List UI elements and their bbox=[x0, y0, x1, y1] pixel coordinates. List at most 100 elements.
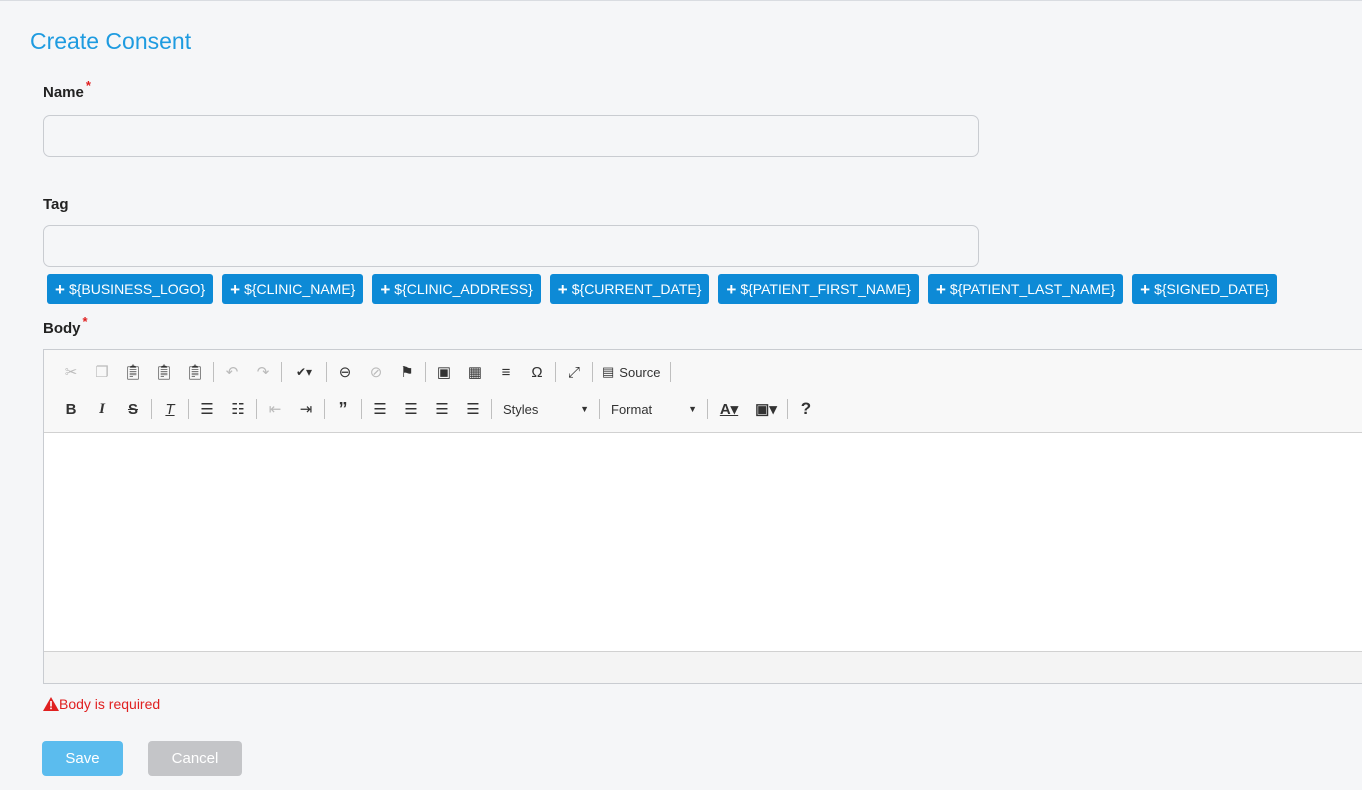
chip-patient-last-name[interactable]: + ${PATIENT_LAST_NAME} bbox=[927, 274, 1124, 304]
bold-icon[interactable]: B bbox=[58, 396, 84, 422]
horizontal-line-icon[interactable]: ≡ bbox=[493, 359, 519, 385]
page-title: Create Consent bbox=[30, 28, 192, 54]
bulleted-list-icon[interactable]: ☷ bbox=[225, 396, 251, 422]
plus-icon: + bbox=[55, 279, 65, 299]
body-label: Body * bbox=[43, 314, 88, 337]
body-label-text: Body bbox=[43, 320, 81, 337]
paste-icon[interactable]: 📋︎ bbox=[120, 359, 146, 385]
toolbar-separator bbox=[361, 399, 362, 419]
cancel-button[interactable]: Cancel bbox=[148, 741, 242, 776]
source-button[interactable]: ▤ Source bbox=[598, 359, 665, 385]
chip-signed-date[interactable]: + ${SIGNED_DATE} bbox=[1132, 274, 1277, 304]
chip-label: ${SIGNED_DATE} bbox=[1154, 281, 1269, 297]
paste-word-icon[interactable]: 📋︎ bbox=[182, 359, 208, 385]
chip-current-date[interactable]: + ${CURRENT_DATE} bbox=[549, 274, 710, 304]
chip-clinic-address[interactable]: + ${CLINIC_ADDRESS} bbox=[372, 274, 541, 304]
align-right-icon[interactable]: ☰ bbox=[429, 396, 455, 422]
toolbar-separator bbox=[592, 362, 593, 382]
italic-icon[interactable]: I bbox=[89, 396, 115, 422]
name-label-text: Name bbox=[43, 84, 84, 101]
text-color-icon[interactable]: A▾ bbox=[713, 396, 745, 422]
chip-patient-first-name[interactable]: + ${PATIENT_FIRST_NAME} bbox=[718, 274, 919, 304]
chip-business-logo[interactable]: + ${BUSINESS_LOGO} bbox=[47, 274, 214, 304]
cut-icon[interactable]: ✂ bbox=[58, 359, 84, 385]
editor-toolbar: ✂ ❐ 📋︎ 📋︎ 📋︎ ↶ ↷ ✔▾ ⊖ ⊘ ⚑ ▣ ▦ ≡ Ω ⤢ ▤ Sou… bbox=[44, 350, 1362, 433]
numbered-list-icon[interactable]: ☰ bbox=[194, 396, 220, 422]
name-label: Name * bbox=[43, 78, 91, 101]
plus-icon: + bbox=[726, 279, 737, 299]
name-input[interactable] bbox=[43, 115, 979, 157]
align-center-icon[interactable]: ☰ bbox=[398, 396, 424, 422]
caret-down-icon: ▼ bbox=[688, 404, 697, 414]
anchor-flag-icon[interactable]: ⚑ bbox=[394, 359, 420, 385]
toolbar-separator bbox=[151, 399, 152, 419]
maximize-icon[interactable]: ⤢ bbox=[561, 359, 587, 385]
plus-icon: + bbox=[230, 279, 241, 299]
styles-label: Styles bbox=[503, 401, 539, 417]
chip-label: ${PATIENT_FIRST_NAME} bbox=[740, 281, 911, 297]
redo-icon[interactable]: ↷ bbox=[250, 359, 276, 385]
align-justify-icon[interactable]: ☰ bbox=[460, 396, 486, 422]
paste-text-icon[interactable]: 📋︎ bbox=[151, 359, 177, 385]
format-label: Format bbox=[611, 401, 653, 417]
outdent-icon[interactable]: ⇤ bbox=[262, 396, 288, 422]
toolbar-row-2: B I S T ☰ ☷ ⇤ ⇥ ” ☰ ☰ ☰ ☰ Styles ▼ Format… bbox=[58, 396, 824, 422]
chip-label: ${BUSINESS_LOGO} bbox=[68, 281, 206, 297]
toolbar-separator bbox=[324, 399, 325, 419]
image-icon[interactable]: ▣ bbox=[431, 359, 457, 385]
editor-status-bar bbox=[44, 651, 1362, 683]
source-icon: ▤ bbox=[602, 364, 615, 379]
editor-content-area[interactable] bbox=[44, 433, 1362, 653]
source-label: Source bbox=[619, 364, 661, 380]
align-left-icon[interactable]: ☰ bbox=[367, 396, 393, 422]
toolbar-separator bbox=[707, 399, 708, 419]
chip-label: ${CURRENT_DATE} bbox=[571, 281, 702, 297]
spellcheck-icon[interactable]: ✔▾ bbox=[287, 359, 321, 385]
strikethrough-icon[interactable]: S bbox=[120, 396, 146, 422]
toolbar-separator bbox=[491, 399, 492, 419]
special-char-omega-icon[interactable]: Ω bbox=[524, 359, 550, 385]
tag-label: Tag bbox=[43, 196, 69, 213]
help-icon[interactable]: ? bbox=[793, 396, 819, 422]
toolbar-separator bbox=[787, 399, 788, 419]
link-icon[interactable]: ⊖ bbox=[332, 359, 358, 385]
top-border bbox=[0, 0, 1362, 1]
toolbar-separator bbox=[281, 362, 282, 382]
plus-icon: + bbox=[1140, 279, 1151, 299]
tag-input[interactable] bbox=[43, 225, 979, 267]
plus-icon: + bbox=[380, 279, 391, 299]
warning-icon bbox=[43, 697, 59, 711]
indent-icon[interactable]: ⇥ bbox=[293, 396, 319, 422]
save-button[interactable]: Save bbox=[42, 741, 123, 776]
background-color-icon[interactable]: ▣▾ bbox=[750, 396, 782, 422]
remove-format-icon[interactable]: T bbox=[157, 396, 183, 422]
table-icon[interactable]: ▦ bbox=[462, 359, 488, 385]
required-mark: * bbox=[85, 78, 91, 93]
format-dropdown[interactable]: Format ▼ bbox=[605, 397, 703, 421]
body-error-message: Body is required bbox=[43, 696, 160, 712]
chip-clinic-name[interactable]: + ${CLINIC_NAME} bbox=[222, 274, 364, 304]
chip-label: ${PATIENT_LAST_NAME} bbox=[949, 281, 1116, 297]
styles-dropdown[interactable]: Styles ▼ bbox=[497, 397, 595, 421]
plus-icon: + bbox=[557, 279, 568, 299]
blockquote-icon[interactable]: ” bbox=[330, 396, 356, 422]
caret-down-icon: ▼ bbox=[580, 404, 589, 414]
unlink-icon[interactable]: ⊘ bbox=[363, 359, 389, 385]
toolbar-separator bbox=[555, 362, 556, 382]
chip-label: ${CLINIC_NAME} bbox=[244, 281, 356, 297]
toolbar-separator bbox=[599, 399, 600, 419]
chip-label: ${CLINIC_ADDRESS} bbox=[394, 281, 533, 297]
undo-icon[interactable]: ↶ bbox=[219, 359, 245, 385]
rich-text-editor: ✂ ❐ 📋︎ 📋︎ 📋︎ ↶ ↷ ✔▾ ⊖ ⊘ ⚑ ▣ ▦ ≡ Ω ⤢ ▤ Sou… bbox=[43, 349, 1362, 684]
toolbar-separator bbox=[256, 399, 257, 419]
copy-icon[interactable]: ❐ bbox=[89, 359, 115, 385]
plus-icon: + bbox=[935, 279, 946, 299]
toolbar-separator bbox=[669, 362, 671, 382]
placeholder-chip-list: + ${BUSINESS_LOGO} + ${CLINIC_NAME} + ${CLI… bbox=[47, 274, 1277, 304]
required-mark: * bbox=[82, 314, 88, 329]
toolbar-separator bbox=[326, 362, 327, 382]
error-text: Body is required bbox=[59, 696, 161, 712]
toolbar-separator bbox=[213, 362, 214, 382]
toolbar-separator bbox=[188, 399, 189, 419]
toolbar-separator bbox=[425, 362, 426, 382]
